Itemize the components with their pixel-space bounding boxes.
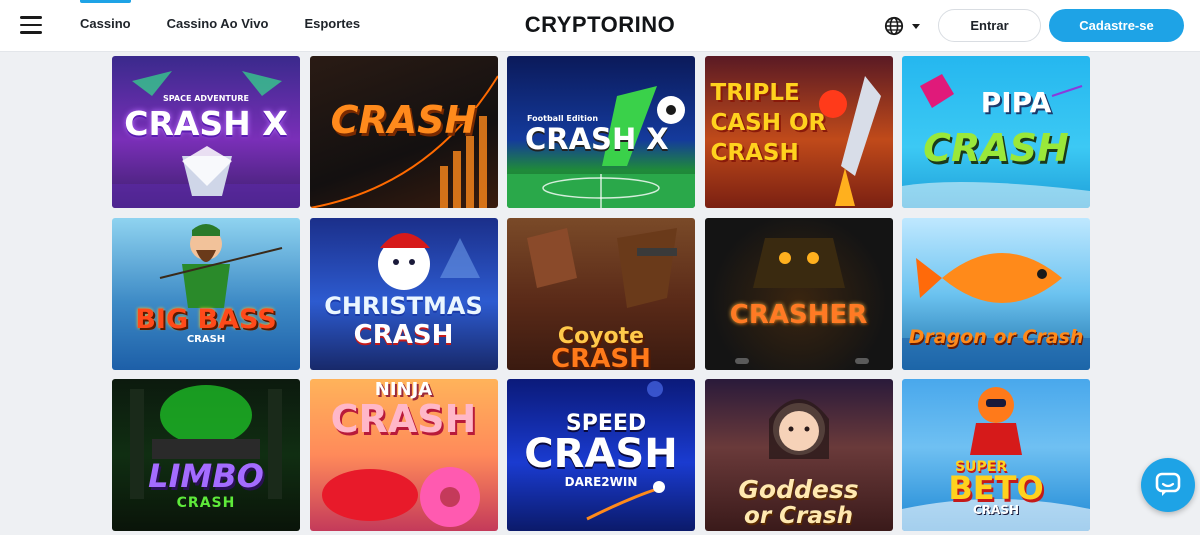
game-title-2: CRASH [353, 319, 454, 350]
game-title-2: CRASH [923, 126, 1069, 170]
game-grid: SPACE ADVENTURE CRASH X CRASH Football E… [112, 56, 1090, 531]
nav-tab-esportes[interactable]: Esportes [286, 0, 378, 52]
game-title: CRASH X [525, 122, 669, 156]
game-title: Dragon or Crash [908, 325, 1084, 348]
game-tile-coyote-crash[interactable]: Coyote CRASH [507, 217, 695, 370]
game-title: PIPA [980, 86, 1052, 119]
game-tile-speed-crash[interactable]: SPEED CRASH DARE2WIN [507, 379, 695, 531]
robot-icon [734, 237, 869, 364]
language-selector[interactable] [884, 14, 920, 38]
game-title: LIMBO [148, 457, 264, 495]
game-title: CRASH [330, 98, 477, 142]
game-title: CHRISTMAS [324, 291, 483, 320]
game-title-2: CRASH [972, 503, 1020, 517]
game-title: Goddess [738, 475, 859, 504]
game-tile-pipa-crash[interactable]: PIPA CRASH [902, 56, 1090, 208]
game-title: TRIPLE CASH OR CRASH [710, 80, 827, 166]
chat-bubble-icon [1155, 472, 1181, 496]
game-tile-goddess-or-crash[interactable]: Goddess or Crash [704, 379, 893, 531]
game-title-2: CRASH [330, 397, 477, 441]
game-title: BIG BASS [135, 303, 277, 335]
game-title-2: CRASH [176, 495, 236, 511]
game-tile-limbo-crash[interactable]: LIMBO CRASH [112, 379, 300, 531]
game-title: CRASHER [729, 299, 868, 330]
game-tile-crash-x[interactable]: SPACE ADVENTURE CRASH X [112, 56, 300, 208]
game-tile-triple-cash-or-crash[interactable]: TRIPLE CASH OR CRASH [704, 56, 893, 208]
nav-tab-cassino-ao-vivo[interactable]: Cassino Ao Vivo [149, 0, 287, 52]
game-title-2: or Crash [744, 503, 853, 529]
game-tile-big-bass-crash[interactable]: BIG BASS CRASH [112, 217, 300, 370]
game-title: CRASH X [124, 104, 288, 143]
game-tile-dragon-or-crash[interactable]: Dragon or Crash [902, 217, 1090, 370]
game-title: BETO [948, 469, 1044, 507]
game-title-2: CRASH [186, 333, 226, 345]
chat-button[interactable] [1141, 458, 1195, 512]
nav-tab-cassino[interactable]: Cassino [62, 0, 149, 52]
fisherman-icon [159, 223, 283, 308]
game-title-2: CRASH [524, 431, 678, 477]
game-tile-christmas-crash[interactable]: CHRISTMAS CRASH [309, 217, 498, 370]
game-title-2: CRASH [551, 343, 651, 370]
game-title-small: SPACE ADVENTURE [163, 94, 249, 103]
globe-icon [884, 16, 904, 36]
game-tile-super-beto-crash[interactable]: SUPER BETO CRASH [902, 379, 1090, 531]
signup-button[interactable]: Cadastre-se [1049, 9, 1184, 42]
chevron-down-icon [912, 23, 920, 29]
game-tile-ninja-crash[interactable]: NINJA CRASH [309, 379, 498, 531]
main-nav: Cassino Cassino Ao Vivo Esportes [62, 0, 378, 52]
hamburger-menu-icon[interactable] [20, 16, 42, 34]
game-brand: DARE2WIN [564, 475, 638, 489]
game-tile-crash-x-football[interactable]: Football Edition CRASH X [507, 56, 695, 208]
game-tile-crasher[interactable]: CRASHER [704, 217, 893, 370]
login-button[interactable]: Entrar [938, 9, 1041, 42]
game-tile-crash[interactable]: CRASH [309, 56, 498, 208]
top-header: Cassino Cassino Ao Vivo Esportes CRYPTOR… [0, 0, 1200, 52]
